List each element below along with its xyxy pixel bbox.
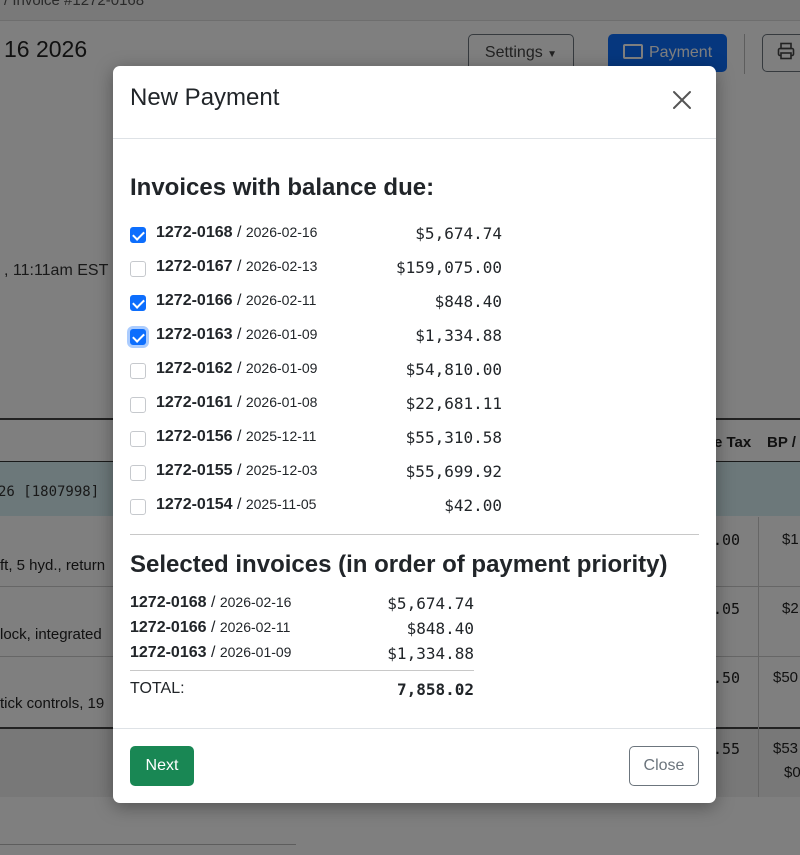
invoice-date: 2026-02-16 — [245, 224, 318, 240]
invoice-date: 2026-02-13 — [245, 258, 318, 274]
invoice-amount: $159,075.00 — [396, 258, 502, 277]
invoice-row: 1272-0166 / 2026-02-11 $848.40 — [130, 284, 502, 318]
selected-invoice-number: 1272-0166 — [130, 619, 207, 636]
invoice-row: 1272-0163 / 2026-01-09 $1,334.88 — [130, 318, 502, 352]
invoice-date: 2025-12-11 — [245, 428, 317, 444]
invoice-label: 1272-0168 / 2026-02-16 — [156, 224, 318, 241]
selected-invoice-date: 2026-02-11 — [219, 619, 291, 635]
invoice-checkbox[interactable] — [130, 261, 146, 277]
close-icon[interactable] — [670, 88, 694, 112]
invoice-number: 1272-0162 — [156, 360, 233, 377]
invoice-row: 1272-0168 / 2026-02-16 $5,674.74 — [130, 216, 502, 250]
selected-invoice-date: 2026-02-16 — [219, 594, 292, 610]
modal-footer: Next Close — [113, 728, 716, 804]
invoice-checkbox[interactable] — [130, 363, 146, 379]
total-label: TOTAL: — [130, 680, 185, 697]
modal-header: New Payment — [113, 66, 716, 139]
invoice-date: 2025-11-05 — [245, 496, 317, 512]
invoice-date: 2026-01-08 — [245, 394, 318, 410]
invoice-label: 1272-0155 / 2025-12-03 — [156, 462, 318, 479]
invoice-number: 1272-0167 — [156, 258, 233, 275]
selected-invoice-label: 1272-0168 / 2026-02-16 — [130, 594, 292, 611]
selected-invoice-number: 1272-0168 — [130, 594, 207, 611]
selected-invoices-heading: Selected invoices (in order of payment p… — [130, 551, 668, 578]
selected-invoice-row: 1272-0163 / 2026-01-09 $1,334.88 — [130, 642, 474, 667]
selected-invoice-row: 1272-0166 / 2026-02-11 $848.40 — [130, 617, 474, 642]
invoice-checkbox[interactable] — [130, 431, 146, 447]
invoice-checkbox[interactable] — [130, 227, 146, 243]
selected-invoice-label: 1272-0163 / 2026-01-09 — [130, 644, 292, 661]
invoice-date: 2025-12-03 — [245, 462, 318, 478]
invoice-date: 2026-01-09 — [245, 326, 318, 342]
next-button[interactable]: Next — [130, 746, 194, 786]
total-row: TOTAL: 7,858.02 — [130, 680, 474, 704]
invoice-checkbox[interactable] — [130, 465, 146, 481]
invoice-row: 1272-0154 / 2025-11-05 $42.00 — [130, 488, 502, 522]
invoice-amount: $1,334.88 — [415, 326, 502, 345]
invoice-checkbox[interactable] — [130, 397, 146, 413]
invoice-label: 1272-0154 / 2025-11-05 — [156, 496, 317, 513]
invoice-checkbox[interactable] — [130, 499, 146, 515]
selected-invoice-amount: $1,334.88 — [387, 644, 474, 663]
invoice-label: 1272-0161 / 2026-01-08 — [156, 394, 318, 411]
invoice-amount: $54,810.00 — [405, 360, 502, 379]
invoice-number: 1272-0166 — [156, 292, 233, 309]
selected-invoice-label: 1272-0166 / 2026-02-11 — [130, 619, 291, 636]
invoice-number: 1272-0154 — [156, 496, 233, 513]
invoice-amount: $42.00 — [444, 496, 502, 515]
selected-invoice-number: 1272-0163 — [130, 644, 207, 661]
invoice-number: 1272-0156 — [156, 428, 233, 445]
balance-due-heading: Invoices with balance due: — [130, 174, 435, 201]
invoice-amount: $55,699.92 — [405, 462, 502, 481]
invoice-label: 1272-0163 / 2026-01-09 — [156, 326, 318, 343]
invoice-number: 1272-0155 — [156, 462, 233, 479]
invoice-row: 1272-0162 / 2026-01-09 $54,810.00 — [130, 352, 502, 386]
invoice-amount: $5,674.74 — [415, 224, 502, 243]
invoice-number: 1272-0163 — [156, 326, 233, 343]
invoice-label: 1272-0162 / 2026-01-09 — [156, 360, 318, 377]
invoice-row: 1272-0167 / 2026-02-13 $159,075.00 — [130, 250, 502, 284]
invoice-number: 1272-0161 — [156, 394, 233, 411]
total-divider — [130, 670, 474, 671]
new-payment-modal: New Payment Invoices with balance due: 1… — [113, 66, 716, 803]
selected-invoice-amount: $848.40 — [406, 619, 474, 638]
invoice-amount: $55,310.58 — [405, 428, 502, 447]
invoice-row: 1272-0161 / 2026-01-08 $22,681.11 — [130, 386, 502, 420]
invoice-row: 1272-0155 / 2025-12-03 $55,699.92 — [130, 454, 502, 488]
invoice-label: 1272-0167 / 2026-02-13 — [156, 258, 318, 275]
selected-invoice-amount: $5,674.74 — [387, 594, 474, 613]
selected-invoice-date: 2026-01-09 — [219, 644, 292, 660]
selected-invoices-list: 1272-0168 / 2026-02-16 $5,674.74 1272-0166… — [130, 592, 474, 667]
invoice-label: 1272-0156 / 2025-12-11 — [156, 428, 317, 445]
invoice-amount: $848.40 — [434, 292, 502, 311]
close-button[interactable]: Close — [629, 746, 699, 786]
total-value: 7,858.02 — [396, 680, 474, 699]
invoice-date: 2026-01-09 — [245, 360, 318, 376]
section-divider — [130, 534, 699, 535]
invoice-number: 1272-0168 — [156, 224, 233, 241]
invoice-amount: $22,681.11 — [405, 394, 502, 413]
invoice-date: 2026-02-11 — [245, 292, 317, 308]
invoice-list: 1272-0168 / 2026-02-16 $5,674.74 1272-0167… — [130, 216, 502, 522]
invoice-checkbox[interactable] — [130, 329, 146, 345]
invoice-row: 1272-0156 / 2025-12-11 $55,310.58 — [130, 420, 502, 454]
invoice-checkbox[interactable] — [130, 295, 146, 311]
selected-invoice-row: 1272-0168 / 2026-02-16 $5,674.74 — [130, 592, 474, 617]
invoice-label: 1272-0166 / 2026-02-11 — [156, 292, 317, 309]
modal-title: New Payment — [130, 84, 280, 111]
